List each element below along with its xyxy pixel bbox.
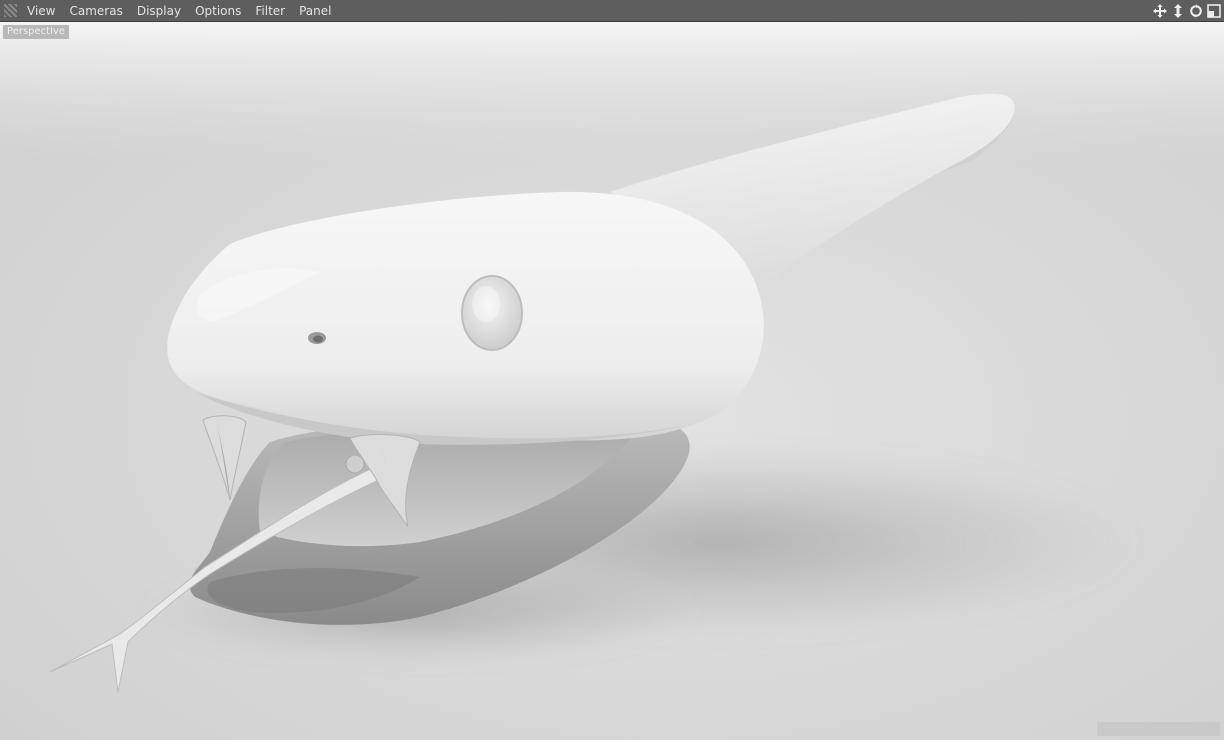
menu-options[interactable]: Options xyxy=(188,0,248,22)
viewport-menubar: View Cameras Display Options Filter Pane… xyxy=(0,0,1224,22)
menu-display[interactable]: Display xyxy=(130,0,188,22)
camera-label[interactable]: Perspective xyxy=(3,25,69,39)
viewport-menu: View Cameras Display Options Filter Pane… xyxy=(20,0,338,22)
move-view-icon[interactable] xyxy=(1152,2,1168,20)
viewport-status-label xyxy=(1097,722,1220,736)
menu-filter[interactable]: Filter xyxy=(248,0,292,22)
menu-panel[interactable]: Panel xyxy=(292,0,338,22)
panel-grip-icon[interactable] xyxy=(4,4,17,17)
menu-cameras[interactable]: Cameras xyxy=(62,0,129,22)
toggle-layout-icon[interactable] xyxy=(1206,2,1222,20)
viewport-navigation-tools xyxy=(1152,1,1222,21)
3d-viewport[interactable]: Perspective xyxy=(0,22,1224,740)
menu-view[interactable]: View xyxy=(20,0,62,22)
rotate-view-icon[interactable] xyxy=(1188,2,1204,20)
zoom-view-icon[interactable] xyxy=(1170,2,1186,20)
snake-head-render xyxy=(0,22,1224,740)
cinema4d-viewport-window: View Cameras Display Options Filter Pane… xyxy=(0,0,1224,740)
